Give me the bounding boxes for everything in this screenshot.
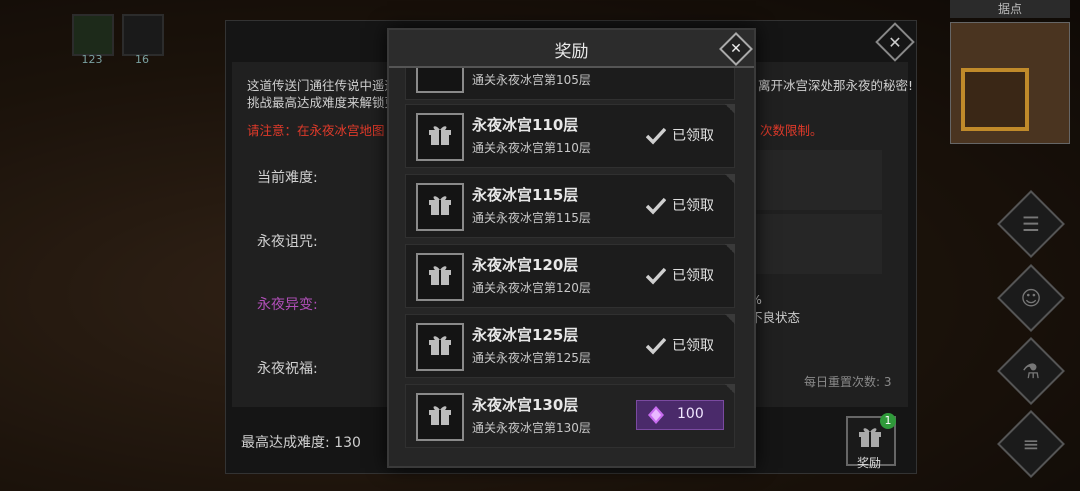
claimed-status: 已领取 xyxy=(646,125,714,145)
reward-item-subtitle: 通关永夜冰宫第130层 xyxy=(472,421,591,435)
reward-item-subtitle: 通关永夜冰宫第120层 xyxy=(472,281,591,295)
check-icon xyxy=(646,267,666,285)
modal-title: 奖励 xyxy=(554,42,589,62)
scroll-icon: ☰ xyxy=(1022,212,1040,236)
gift-icon xyxy=(429,336,451,355)
reward-item-title: 永夜冰宫115层 xyxy=(472,186,579,204)
reward-item-subtitle: 通关永夜冰宫第125层 xyxy=(472,351,591,365)
claimed-label: 已领取 xyxy=(672,268,714,284)
warning-text-right: 次数限制。 xyxy=(760,123,823,138)
reward-item: 永夜冰宫125层 通关永夜冰宫第125层 已领取 xyxy=(405,314,735,378)
reward-list[interactable]: 通关永夜冰宫第105层 永夜冰宫110层 通关永夜冰宫第110层 已领取 永夜冰… xyxy=(405,68,739,464)
gift-icon xyxy=(429,406,451,425)
claimed-label: 已领取 xyxy=(672,128,714,144)
reward-item-subtitle: 通关永夜冰宫第105层 xyxy=(472,73,591,87)
close-icon: ✕ xyxy=(888,32,902,52)
gift-icon xyxy=(429,126,451,145)
reward-item: 永夜冰宫120层 通关永夜冰宫第120层 已领取 xyxy=(405,244,735,308)
close-icon: ✕ xyxy=(730,41,742,57)
reward-gift-box xyxy=(416,393,464,441)
difficulty-label: 当前难度: xyxy=(257,170,318,186)
claimed-status: 已领取 xyxy=(646,195,714,215)
reward-item: 永夜冰宫130层 通关永夜冰宫第130层 100 xyxy=(405,384,735,448)
claim-reward-button[interactable]: 100 xyxy=(636,400,724,430)
modal-header: 奖励 ✕ xyxy=(389,30,754,68)
check-icon xyxy=(646,197,666,215)
minimap-view xyxy=(950,22,1070,144)
rewards-button-label: 奖励 xyxy=(856,456,881,470)
reward-gift-box xyxy=(416,68,464,93)
claimed-label: 已领取 xyxy=(672,198,714,214)
daily-reset-count: 每日重置次数: 3 xyxy=(804,375,892,389)
claimed-label: 已领取 xyxy=(672,338,714,354)
gift-icon xyxy=(429,266,451,285)
reward-item: 永夜冰宫110层 通关永夜冰宫第110层 已领取 xyxy=(405,104,735,168)
mutation-label: 永夜异变: xyxy=(257,297,318,313)
minimap-title: 据点 xyxy=(950,0,1070,18)
inventory-slot-2[interactable] xyxy=(122,14,164,56)
reward-gift-box xyxy=(416,183,464,231)
potion-icon: ⚗ xyxy=(1022,359,1040,383)
description-line-2: 挑战最高达成难度来解锁更 xyxy=(247,95,398,110)
reward-item-subtitle: 通关永夜冰宫第110层 xyxy=(472,141,591,155)
inventory-slot-2-count: 16 xyxy=(135,53,149,66)
inventory-slot-1[interactable] xyxy=(72,14,114,56)
gift-icon xyxy=(859,428,881,447)
reward-gift-box xyxy=(416,113,464,161)
inventory-slot-1-count: 123 xyxy=(81,53,103,66)
reward-amount: 100 xyxy=(677,406,704,422)
reward-gift-box xyxy=(416,253,464,301)
reward-item-title: 永夜冰宫110层 xyxy=(472,116,579,134)
list-icon: ≡ xyxy=(1022,432,1040,456)
warning-text: 请注意：在永夜冰宫地图 xyxy=(247,123,385,138)
reward-item-title: 永夜冰宫125层 xyxy=(472,326,579,344)
rewards-badge: 1 xyxy=(880,413,896,429)
claimed-status: 已领取 xyxy=(646,265,714,285)
check-icon xyxy=(646,337,666,355)
reward-gift-box xyxy=(416,323,464,371)
reward-item-title: 永夜冰宫130层 xyxy=(472,396,579,414)
reward-item-subtitle: 通关永夜冰宫第115层 xyxy=(472,211,591,225)
people-icon: ☺ xyxy=(1020,286,1042,310)
reward-item: 永夜冰宫115层 通关永夜冰宫第115层 已领取 xyxy=(405,174,735,238)
check-icon xyxy=(646,127,666,145)
blessing-label: 永夜祝福: xyxy=(257,361,318,377)
reward-item-title: 永夜冰宫120层 xyxy=(472,256,579,274)
highest-difficulty: 最高达成难度: 130 xyxy=(241,435,361,451)
rewards-modal: 奖励 ✕ 通关永夜冰宫第105层 永夜冰宫110层 通关永夜冰宫第110层 已领… xyxy=(387,28,756,468)
mutation-note-status: 不良状态 xyxy=(750,310,801,325)
gem-icon xyxy=(648,406,664,424)
description-line-right: 离开冰宫深处那永夜的秘密! xyxy=(758,78,914,93)
minimap[interactable]: 据点 xyxy=(950,0,1070,145)
minimap-room xyxy=(961,68,1029,131)
claimed-status: 已领取 xyxy=(646,335,714,355)
reward-item-partial: 通关永夜冰宫第105层 xyxy=(405,68,735,100)
curse-label: 永夜诅咒: xyxy=(257,234,318,250)
gift-icon xyxy=(429,196,451,215)
